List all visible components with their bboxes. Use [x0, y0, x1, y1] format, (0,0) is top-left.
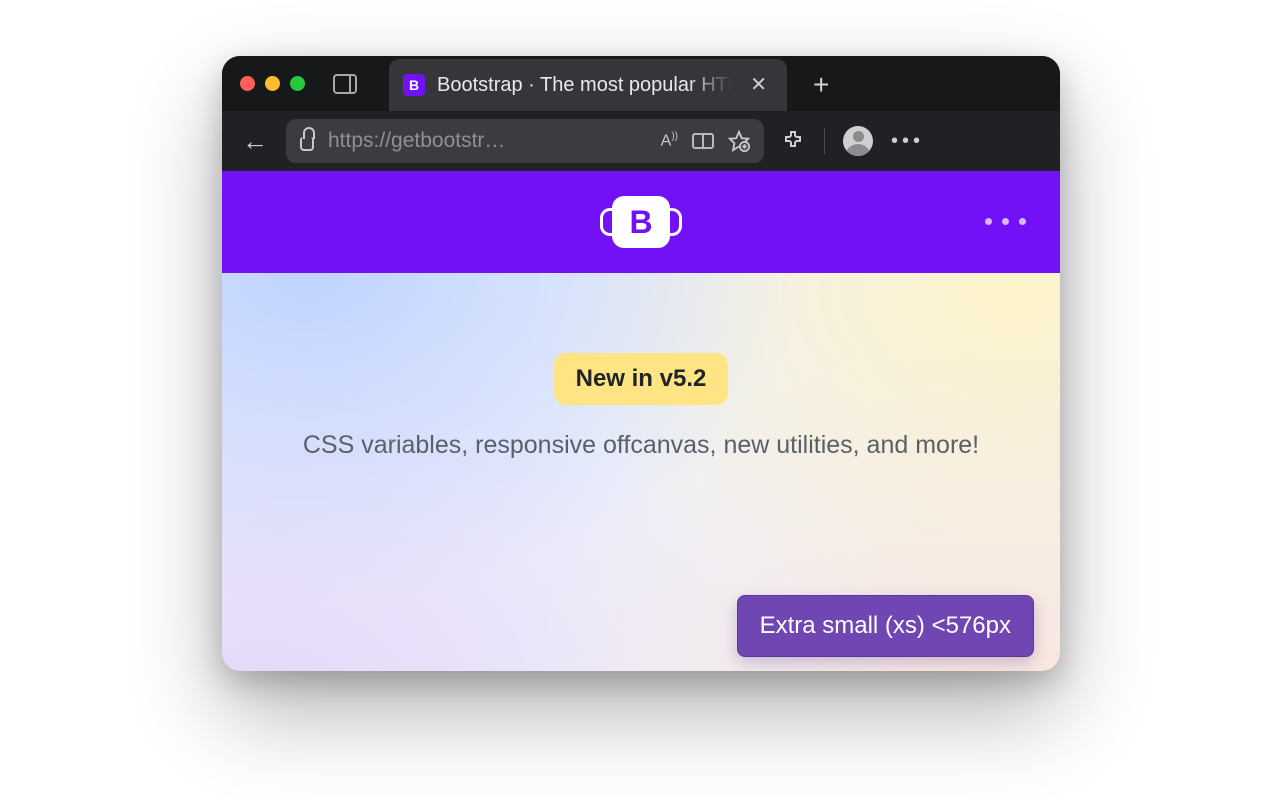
toolbar-separator: [824, 128, 825, 154]
new-version-pill[interactable]: New in v5.2: [554, 353, 729, 405]
navbar-menu-button[interactable]: [985, 218, 1026, 225]
hero-section: New in v5.2 CSS variables, responsive of…: [222, 273, 1060, 671]
favorites-icon[interactable]: [728, 130, 750, 152]
maximize-window-button[interactable]: [290, 76, 305, 91]
profile-avatar-icon[interactable]: [843, 126, 873, 156]
window-controls: [240, 76, 305, 91]
immersive-reader-icon[interactable]: [692, 133, 714, 149]
url-text: https://getbootstr…: [328, 129, 647, 153]
tab-title: Bootstrap · The most popular HTML, CSS, …: [437, 74, 732, 97]
extensions-icon[interactable]: [782, 129, 806, 153]
browser-toolbar: ← https://getbootstr… A)) •••: [222, 111, 1060, 171]
browser-window: B Bootstrap · The most popular HTML, CSS…: [222, 56, 1060, 671]
address-bar[interactable]: https://getbootstr… A)): [286, 119, 764, 163]
hero-subtitle: CSS variables, responsive offcanvas, new…: [303, 431, 979, 460]
back-button[interactable]: ←: [242, 126, 268, 157]
new-tab-button[interactable]: +: [801, 71, 841, 99]
site-navbar: B: [222, 171, 1060, 273]
browser-tab-active[interactable]: B Bootstrap · The most popular HTML, CSS…: [389, 59, 787, 111]
page-content: B New in v5.2 CSS variables, responsive …: [222, 171, 1060, 671]
lock-icon: [300, 137, 314, 151]
bootstrap-logo-letter: B: [629, 204, 652, 241]
close-tab-button[interactable]: ✕: [744, 71, 773, 99]
favicon-bootstrap-icon: B: [403, 74, 425, 96]
tab-overview-icon[interactable]: [333, 74, 357, 94]
titlebar: B Bootstrap · The most popular HTML, CSS…: [222, 56, 1060, 111]
minimize-window-button[interactable]: [265, 76, 280, 91]
bootstrap-logo-icon[interactable]: B: [612, 196, 670, 248]
breakpoint-tooltip: Extra small (xs) <576px: [737, 595, 1034, 657]
browser-menu-button[interactable]: •••: [891, 130, 924, 153]
close-window-button[interactable]: [240, 76, 255, 91]
read-aloud-icon[interactable]: A)): [661, 131, 678, 150]
